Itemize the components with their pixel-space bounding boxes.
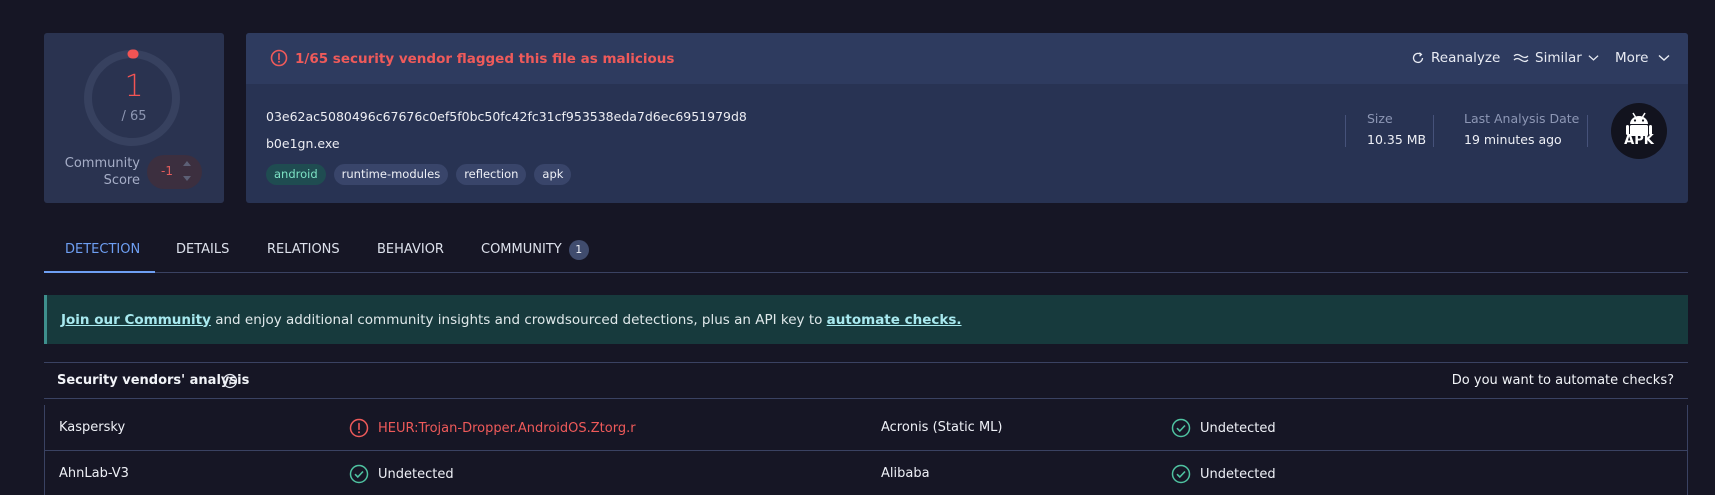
vote-down-icon[interactable]: [183, 176, 191, 181]
last-analysis-value: 19 minutes ago: [1464, 132, 1562, 147]
tab-details-label: DETAILS: [176, 242, 230, 257]
tag-runtime-modules[interactable]: runtime-modules: [333, 164, 449, 185]
tab-behavior-label: BEHAVIOR: [377, 242, 444, 257]
tag-reflection[interactable]: reflection: [456, 164, 527, 185]
refresh-icon: [1412, 52, 1424, 64]
vendor-results-table: Kaspersky HEUR:Trojan-Dropper.AndroidOS.…: [44, 405, 1688, 495]
vendor-result: Undetected: [1171, 418, 1276, 438]
check-circle-icon: [1171, 418, 1191, 438]
result-label: Undetected: [378, 466, 454, 482]
file-tags: android runtime-modules reflection apk: [266, 164, 572, 185]
chevron-down-icon: [1659, 54, 1670, 61]
tab-community-label: COMMUNITY: [481, 242, 562, 257]
community-banner: Join our Community and enjoy additional …: [44, 295, 1688, 344]
divider: [1587, 115, 1588, 147]
tab-details[interactable]: DETAILS: [176, 233, 229, 273]
detection-count: 1: [124, 69, 144, 104]
last-analysis-label: Last Analysis Date: [1464, 111, 1580, 126]
vendors-header: Security vendors' analysis Do you want t…: [44, 362, 1688, 399]
automate-checks-prompt[interactable]: Do you want to automate checks?: [1452, 373, 1674, 388]
file-info-card: 1/65 security vendor flagged this file a…: [246, 33, 1688, 203]
join-community-link[interactable]: Join our Community: [61, 312, 211, 328]
vendor-result: Undetected: [1171, 464, 1276, 484]
apk-label: APK: [1624, 133, 1654, 148]
info-icon[interactable]: [222, 373, 238, 389]
tab-detection-label: DETECTION: [65, 242, 141, 257]
detection-score-card: 1 / 65 Community Score -1: [44, 33, 224, 203]
vendor-result: HEUR:Trojan-Dropper.AndroidOS.Ztorg.r: [349, 418, 636, 438]
community-count-badge: 1: [568, 240, 589, 260]
tab-relations-label: RELATIONS: [267, 242, 340, 257]
divider: [1345, 115, 1346, 147]
community-score-label: Community Score: [64, 156, 140, 188]
similar-waves-icon: [1513, 53, 1529, 63]
vendor-name: AhnLab-V3: [59, 466, 129, 481]
detection-label[interactable]: HEUR:Trojan-Dropper.AndroidOS.Ztorg.r: [378, 421, 636, 436]
similar-button[interactable]: Similar: [1513, 50, 1599, 66]
more-label: More: [1615, 50, 1649, 66]
active-tab-indicator: [44, 271, 155, 273]
tab-detection[interactable]: DETECTION: [65, 233, 140, 273]
vendor-total: / 65: [121, 109, 147, 124]
table-row: AhnLab-V3 Undetected Alibaba Undetected: [45, 451, 1687, 495]
malicious-flag-message: 1/65 security vendor flagged this file a…: [295, 51, 675, 67]
tab-community[interactable]: COMMUNITY 1: [481, 233, 589, 273]
similar-label: Similar: [1535, 50, 1582, 66]
check-circle-icon: [1171, 464, 1191, 484]
vendor-result: Undetected: [349, 464, 454, 484]
community-score-value: -1: [161, 164, 173, 178]
tab-bar: DETECTION DETAILS RELATIONS BEHAVIOR COM…: [44, 233, 1688, 273]
result-label: Undetected: [1200, 420, 1276, 436]
info-header: 1/65 security vendor flagged this file a…: [246, 33, 1688, 84]
divider: [1433, 115, 1434, 147]
vendor-name: Acronis (Static ML): [881, 420, 1003, 435]
apk-file-type-icon: APK: [1611, 103, 1667, 159]
vendor-name: Alibaba: [881, 466, 930, 481]
size-value: 10.35 MB: [1367, 132, 1427, 147]
file-hash[interactable]: 03e62ac5080496c67676c0ef5f0bc50fc42fc31c…: [266, 109, 747, 124]
more-button[interactable]: More: [1615, 50, 1670, 66]
vendor-name: Kaspersky: [59, 420, 126, 435]
vote-up-icon[interactable]: [183, 161, 191, 166]
banner-text: and enjoy additional community insights …: [210, 311, 827, 328]
tag-apk[interactable]: apk: [534, 164, 572, 185]
file-name: b0e1gn.exe: [266, 136, 340, 151]
tab-behavior[interactable]: BEHAVIOR: [377, 233, 444, 273]
size-label: Size: [1367, 111, 1393, 126]
vendors-title: Security vendors' analysis: [57, 373, 250, 388]
result-label: Undetected: [1200, 466, 1276, 482]
android-robot-icon: [1626, 112, 1652, 136]
automate-checks-link[interactable]: automate checks.: [827, 312, 962, 328]
reanalyze-label: Reanalyze: [1431, 50, 1501, 66]
tab-relations[interactable]: RELATIONS: [267, 233, 340, 273]
chevron-down-icon: [1588, 55, 1599, 61]
community-score-stepper[interactable]: -1: [147, 155, 202, 189]
alert-circle-icon: [270, 49, 288, 67]
check-circle-icon: [349, 464, 369, 484]
alert-circle-icon: [349, 418, 369, 438]
tag-android[interactable]: android: [266, 164, 326, 185]
reanalyze-button[interactable]: Reanalyze: [1411, 50, 1500, 66]
table-row: Kaspersky HEUR:Trojan-Dropper.AndroidOS.…: [45, 405, 1687, 451]
